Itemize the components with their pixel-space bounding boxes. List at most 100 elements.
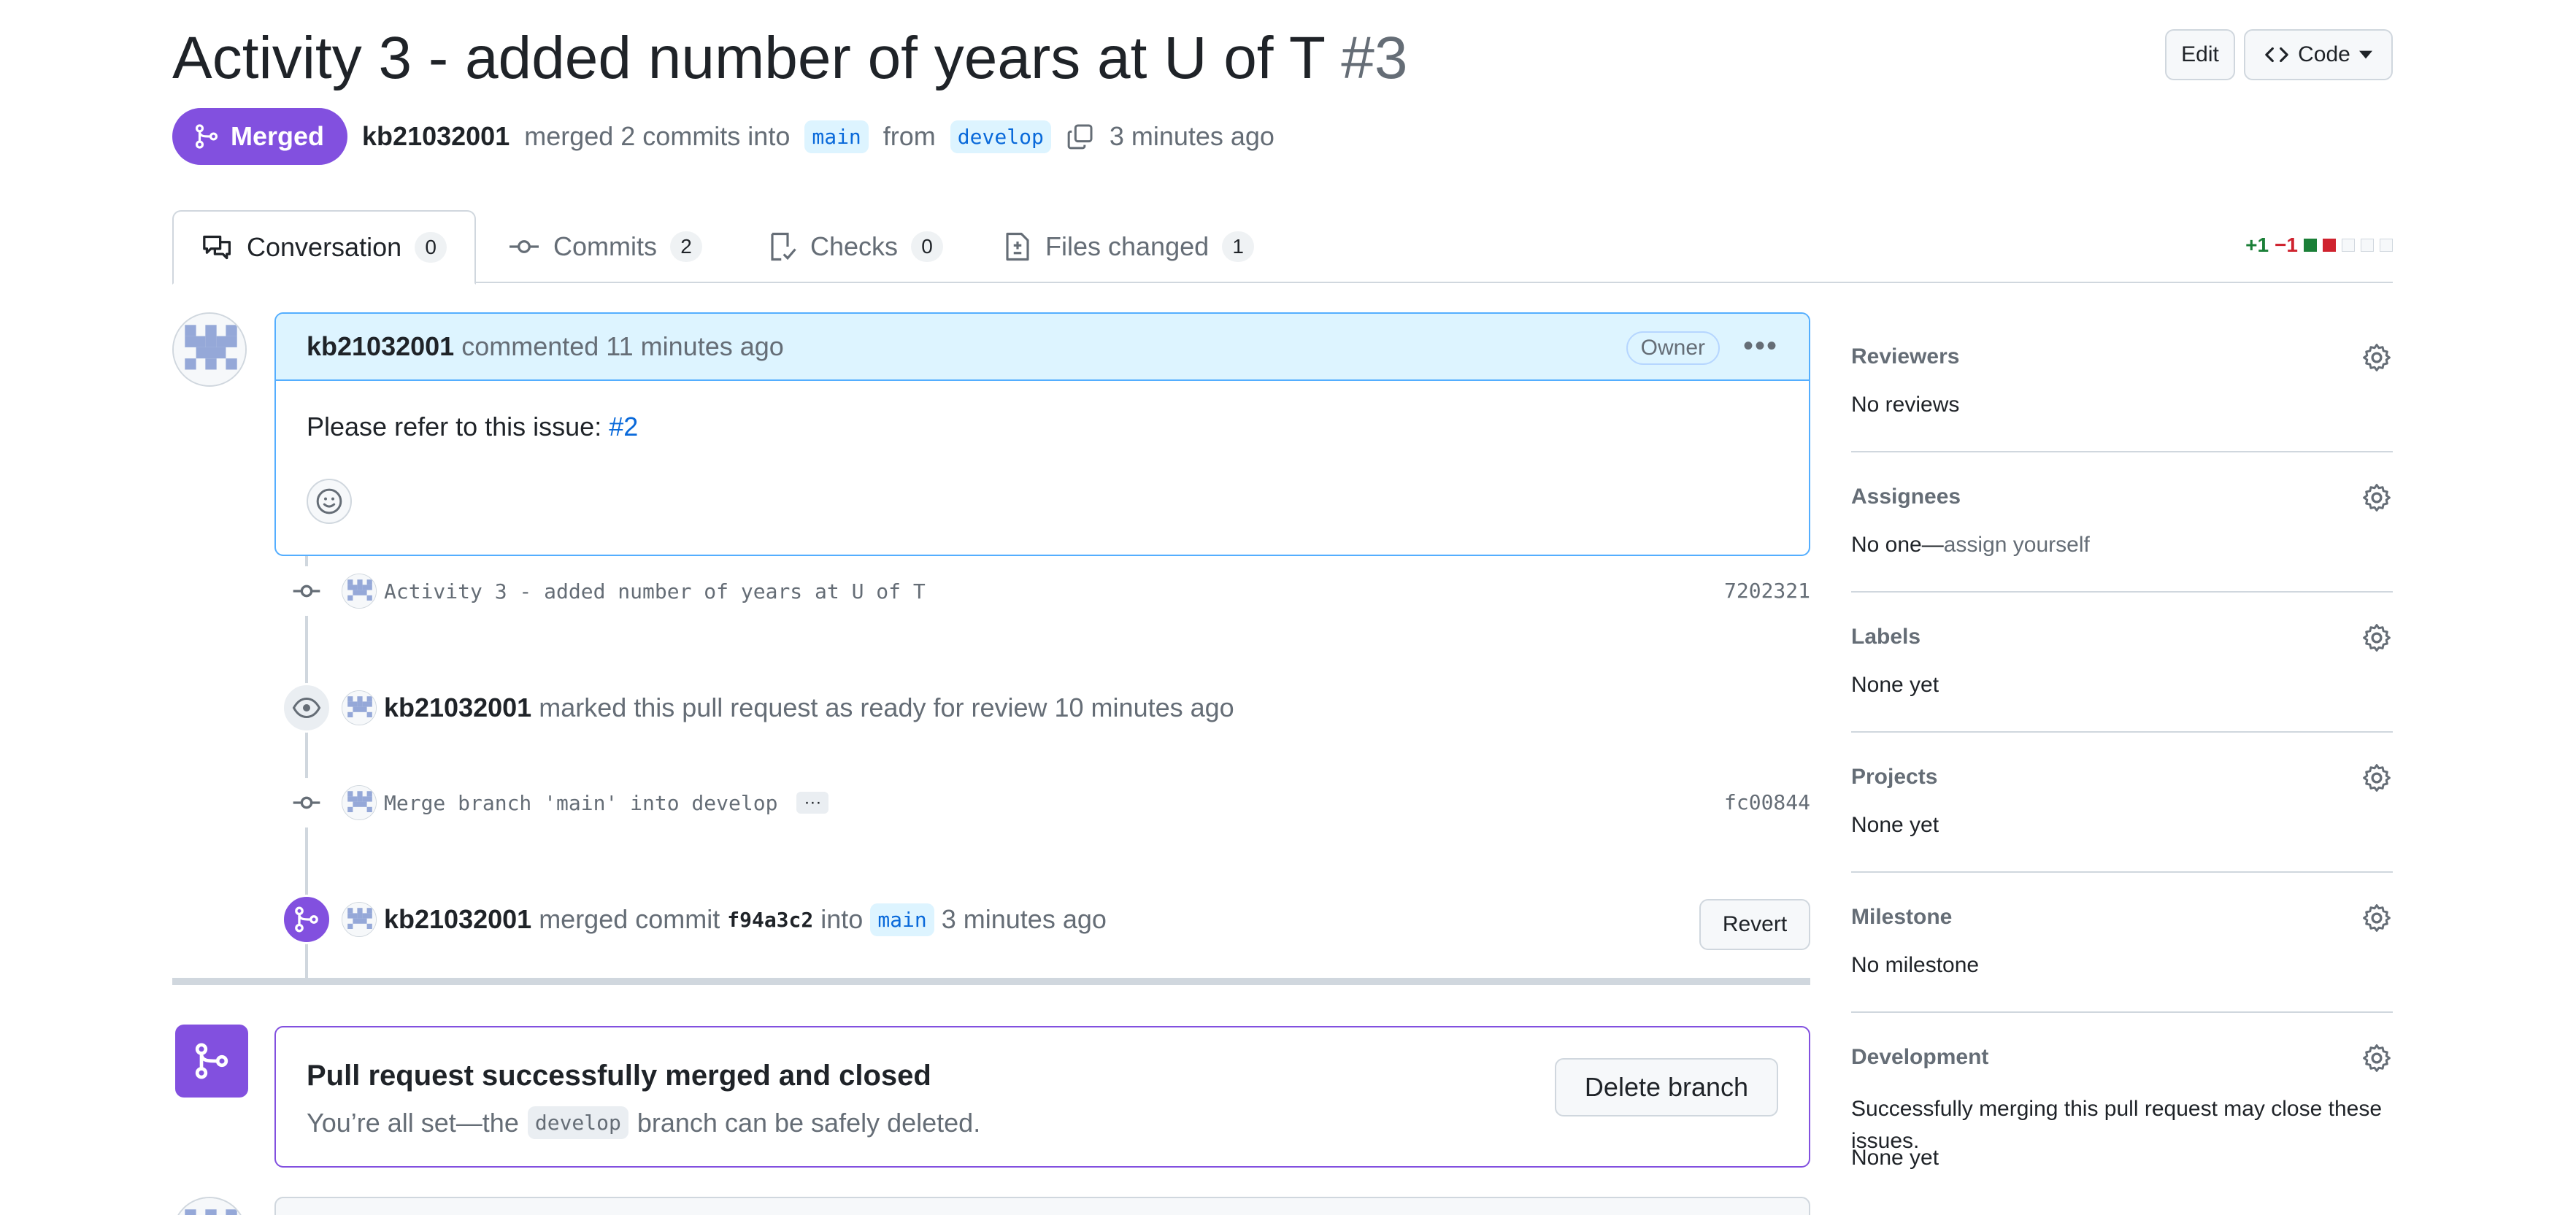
- tab-files-changed[interactable]: Files changed 1: [1003, 210, 1255, 283]
- sidebar-labels-label[interactable]: Labels: [1851, 625, 1921, 649]
- merged-status-badge: Merged: [172, 108, 348, 165]
- file-diff-icon: [1006, 232, 1029, 261]
- commit-sha-link[interactable]: fc00844: [1724, 790, 1810, 814]
- tab-checks[interactable]: Checks 0: [768, 210, 944, 283]
- gear-icon[interactable]: [2361, 1042, 2393, 1074]
- git-merge-icon: [295, 906, 318, 933]
- sidebar-milestone-value: No milestone: [1851, 953, 1980, 977]
- sidebar-reviewers: Reviewers No reviews: [1851, 312, 2393, 452]
- timeline-node: [282, 566, 331, 616]
- commit-author-avatar[interactable]: [342, 574, 377, 609]
- timeline-merge-event: kb21032001 merged commit f94a3c2 into ma…: [282, 895, 1107, 944]
- gear-icon[interactable]: [2361, 482, 2393, 514]
- diffstat-deletions: −1: [2275, 234, 2298, 256]
- timeline-ready-event: kb21032001 marked this pull request as r…: [282, 683, 1234, 733]
- merge-into-text: into: [820, 904, 864, 934]
- gear-icon[interactable]: [2361, 342, 2393, 374]
- tab-conversation-count: 0: [415, 232, 447, 263]
- expand-commit-message-button[interactable]: ···: [796, 792, 829, 814]
- diffstat: +1 −1: [2245, 234, 2393, 257]
- pr-author-link[interactable]: kb21032001: [362, 121, 510, 152]
- ready-event-description: marked this pull request as ready for re…: [539, 693, 1234, 722]
- git-commit-icon: [510, 240, 539, 253]
- add-reaction-button[interactable]: [307, 479, 352, 524]
- gear-icon[interactable]: [2361, 762, 2393, 794]
- sidebar-milestone-label[interactable]: Milestone: [1851, 905, 1952, 930]
- edit-button[interactable]: Edit: [2165, 29, 2235, 80]
- pr-title: Activity 3 - added number of years at U …: [172, 22, 1408, 95]
- owner-badge: Owner: [1626, 331, 1720, 365]
- sidebar-projects: Projects None yet: [1851, 733, 2393, 873]
- merged-status-title: Pull request successfully merged and clo…: [307, 1060, 931, 1092]
- merged-status-box: Pull request successfully merged and clo…: [274, 1026, 1810, 1168]
- merge-commit-sha-link[interactable]: f94a3c2: [727, 908, 813, 932]
- commit-author-avatar[interactable]: [342, 785, 377, 820]
- comment-header: kb21032001 commented 11 minutes ago Owne…: [276, 314, 1809, 381]
- comment-author-link[interactable]: kb21032001: [307, 331, 454, 362]
- delete-branch-label: Delete branch: [1584, 1072, 1749, 1102]
- author-avatar[interactable]: [172, 312, 247, 387]
- gear-icon[interactable]: [2361, 622, 2393, 654]
- comment-discussion-icon: [203, 235, 231, 260]
- base-branch-link[interactable]: main: [804, 120, 869, 153]
- identicon: [342, 786, 376, 819]
- diffstat-box-neutral: [2361, 239, 2374, 252]
- merge-target-branch[interactable]: main: [870, 903, 934, 936]
- assign-yourself-link[interactable]: assign yourself: [1944, 533, 2090, 557]
- merged-sub-branch[interactable]: develop: [527, 1106, 628, 1139]
- git-commit-icon: [293, 796, 320, 809]
- sidebar-milestone: Milestone No milestone: [1851, 873, 2393, 1013]
- kebab-horizontal-icon[interactable]: •••: [1743, 331, 1778, 360]
- commit-message-link[interactable]: Merge branch 'main' into develop: [384, 791, 777, 815]
- sidebar-development-value: None yet: [1851, 1146, 1939, 1170]
- smiley-icon: [316, 488, 342, 514]
- tab-files-changed-count: 1: [1222, 231, 1255, 262]
- merged-status-icon: [175, 1025, 248, 1098]
- ready-event-text: kb21032001 marked this pull request as r…: [384, 693, 1234, 723]
- pr-sidebar: Reviewers No reviews Assignees No one—as…: [1851, 312, 2393, 1215]
- delete-branch-button[interactable]: Delete branch: [1555, 1058, 1778, 1116]
- revert-button[interactable]: Revert: [1699, 899, 1810, 950]
- git-commit-icon: [293, 585, 320, 598]
- identicon: [342, 691, 376, 725]
- timeline-commit: Merge branch 'main' into develop ···: [282, 778, 829, 828]
- event-user-avatar[interactable]: [342, 902, 377, 937]
- commit-message-link[interactable]: Activity 3 - added number of years at U …: [384, 579, 926, 603]
- identicon: [342, 903, 376, 936]
- next-comment-box: [274, 1197, 1810, 1215]
- sidebar-assignees: Assignees No one—assign yourself: [1851, 452, 2393, 593]
- commit-sha-link[interactable]: 7202321: [1724, 579, 1810, 603]
- gear-icon[interactable]: [2361, 902, 2393, 934]
- comment-body: Please refer to this issue: #2: [276, 381, 1809, 442]
- event-user-link[interactable]: kb21032001: [384, 693, 531, 722]
- head-branch-link[interactable]: develop: [950, 120, 1051, 153]
- sidebar-assignees-none: No one—: [1851, 533, 1944, 557]
- tab-checks-count: 0: [911, 231, 944, 262]
- sidebar-development-label[interactable]: Development: [1851, 1045, 1988, 1070]
- timeline-end-divider: [172, 978, 1810, 985]
- merged-status-label: Merged: [231, 121, 325, 151]
- sidebar-reviewers-label[interactable]: Reviewers: [1851, 344, 1959, 369]
- event-user-avatar[interactable]: [342, 690, 377, 725]
- sidebar-projects-label[interactable]: Projects: [1851, 765, 1937, 790]
- diffstat-box-added: [2304, 239, 2317, 252]
- tab-conversation[interactable]: Conversation 0: [172, 210, 477, 285]
- sidebar-assignees-label[interactable]: Assignees: [1851, 485, 1961, 509]
- merge-event-action: merged commit: [539, 904, 720, 934]
- issue-link[interactable]: #2: [609, 412, 638, 441]
- merge-event-text: kb21032001 merged commit f94a3c2 into ma…: [384, 903, 1107, 936]
- sidebar-labels-value: None yet: [1851, 673, 1939, 697]
- code-button[interactable]: Code: [2244, 29, 2393, 80]
- merge-event-time: 3 minutes ago: [941, 904, 1107, 934]
- comment-body-text: Please refer to this issue:: [307, 412, 602, 441]
- tab-files-changed-label: Files changed: [1045, 231, 1210, 261]
- git-merge-icon: [195, 124, 218, 149]
- pr-title-text: Activity 3 - added number of years at U …: [172, 25, 1325, 91]
- diffstat-box-deleted: [2323, 239, 2336, 252]
- next-comment-avatar[interactable]: [172, 1197, 247, 1215]
- pr-merge-action-text: merged 2 commits into: [524, 121, 791, 151]
- copy-icon[interactable]: [1066, 122, 1095, 151]
- event-user-link[interactable]: kb21032001: [384, 904, 531, 935]
- revert-button-label: Revert: [1722, 912, 1788, 936]
- tab-commits[interactable]: Commits 2: [508, 210, 702, 283]
